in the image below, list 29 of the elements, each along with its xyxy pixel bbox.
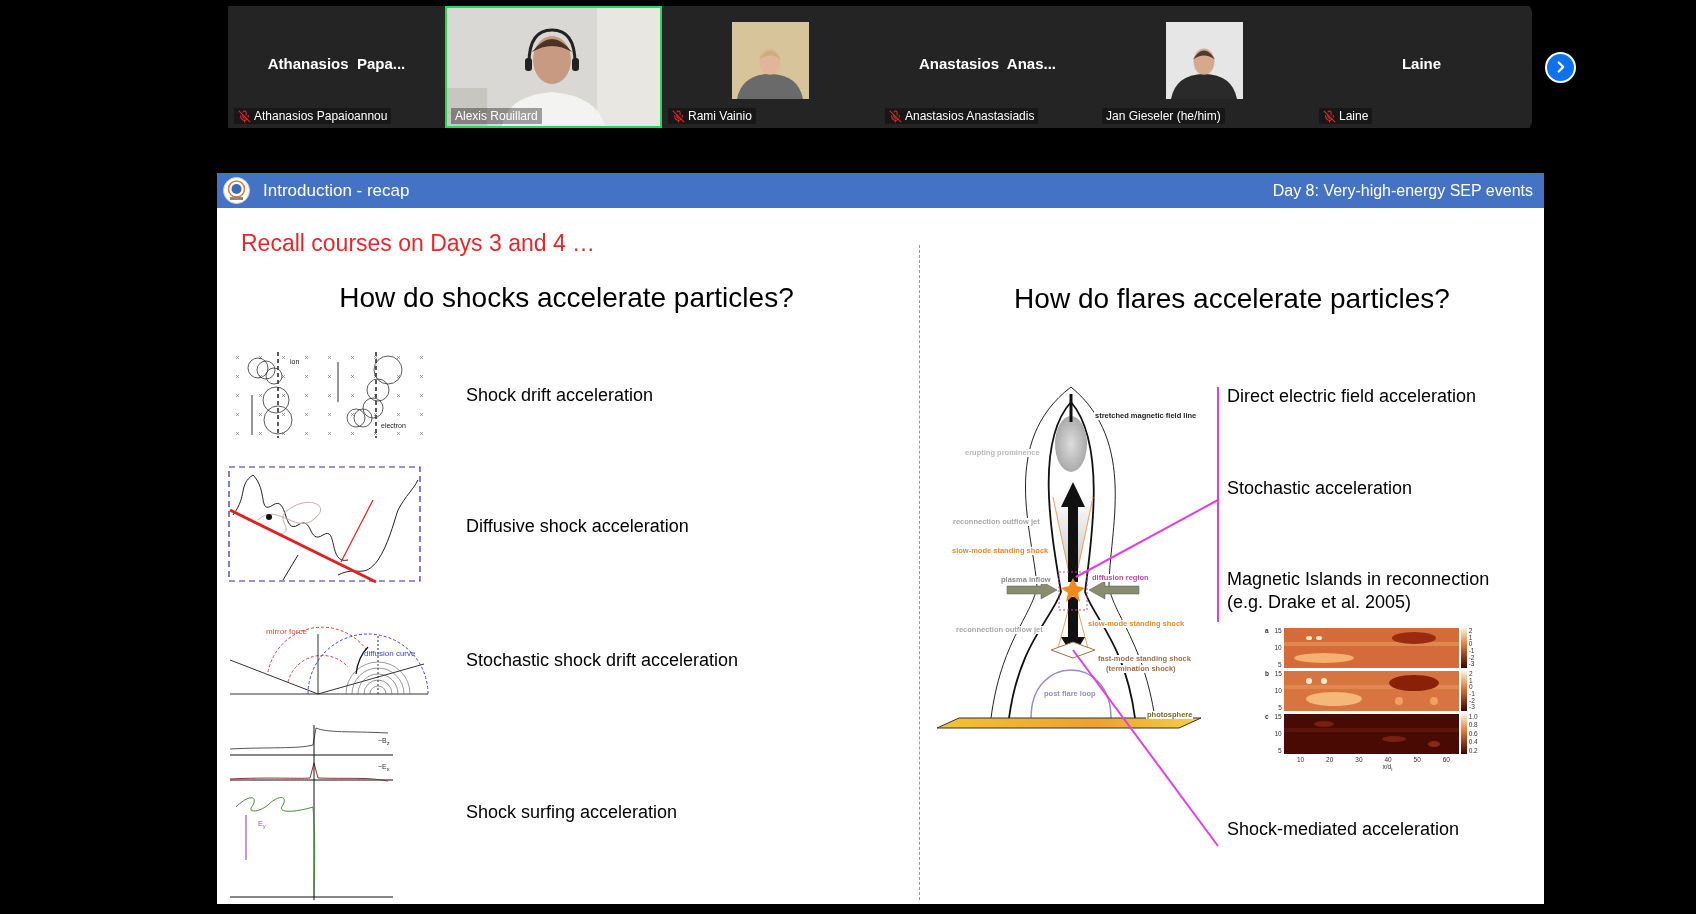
method-label: Shock-mediated acceleration (1227, 818, 1461, 842)
figure-label: mirror force (266, 628, 307, 636)
method-label: Diffusive shock acceleration (466, 515, 689, 538)
participant-display-name: Laine (1401, 54, 1442, 72)
colorbar-drawing (1461, 671, 1467, 711)
figure-label: diffusion curve (364, 650, 416, 658)
participant-display-name: Anastasios Anas... (919, 54, 1056, 72)
recall-note: Recall courses on Days 3 and 4 … (241, 230, 596, 256)
colorbar-drawing (1460, 628, 1467, 668)
participant-name: Athanasios Papaioannou (254, 109, 388, 123)
participant-display-name: Athanasios Papa... (267, 54, 406, 72)
method-label: Shock surfing acceleration (466, 801, 678, 824)
method-label: Direct electric field acceleration (1227, 385, 1478, 408)
next-page-button[interactable] (1545, 51, 1576, 83)
column-title: How do shocks accelerate particles? (339, 281, 794, 315)
colorbar-drawing (1460, 714, 1467, 754)
logo-icon (223, 177, 250, 204)
method-label: Stochastic acceleration (1227, 477, 1414, 500)
participant-name: Laine (1339, 109, 1369, 123)
method-label: Shock drift acceleration (466, 383, 654, 407)
slide-day-title: Day 8: Very-high-energy SEP events (1272, 181, 1533, 200)
method-label: Stochastic shock drift acceleration (466, 648, 739, 672)
column-title: How do flares accelerate particles? (1014, 282, 1450, 316)
method-label: Magnetic Islands in reconnection (e.g. Drake et al. 2005) (1227, 568, 1491, 614)
slide-section-title: Introduction - recap (263, 180, 410, 201)
participant-name: Anastasios Anastasiadis (905, 109, 1035, 123)
participant-name: Alexis Rouillard (455, 109, 538, 123)
participant-name: Jan Gieseler (he/him) (1106, 109, 1221, 123)
participant-name: Rami Vainio (688, 109, 752, 123)
